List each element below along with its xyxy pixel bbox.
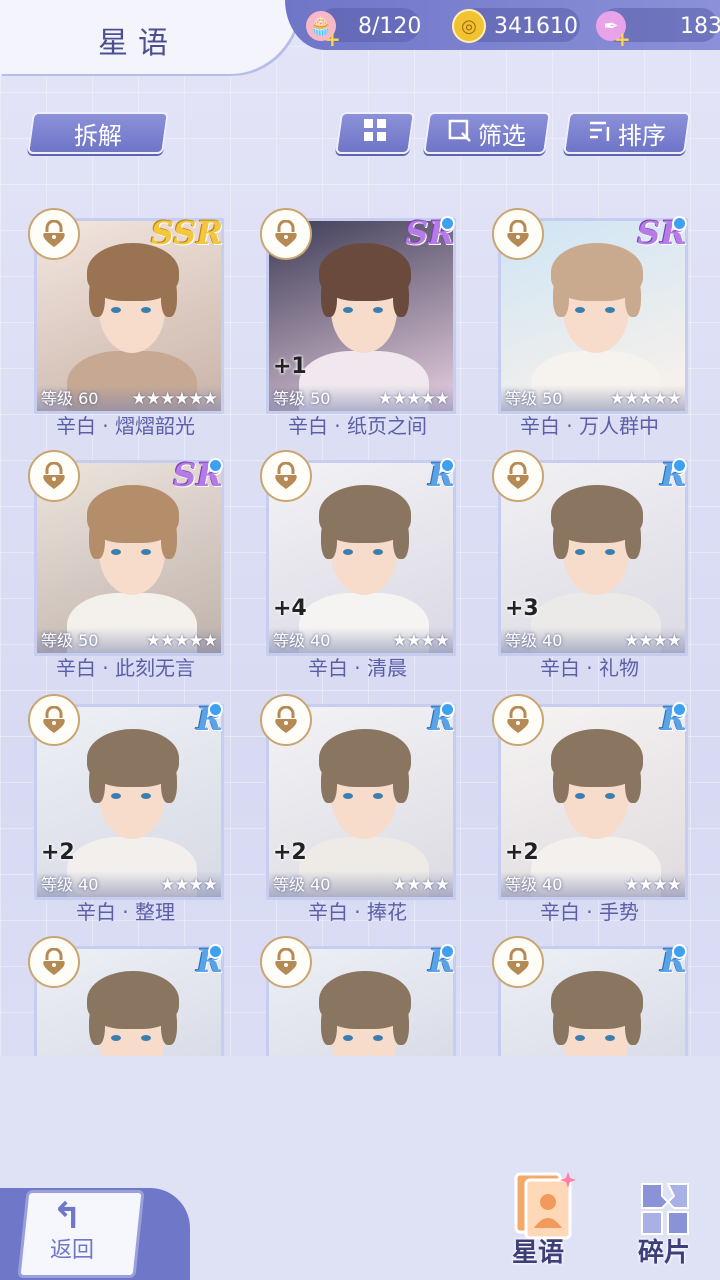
card-name: 辛白 · 整理 [75,900,176,924]
cake-icon: 🧁 + [306,11,341,51]
filter-button[interactable]: 筛选 [423,112,551,154]
lock-icon[interactable] [492,450,544,502]
star-rating: ★★★★★ [609,389,682,409]
character-card[interactable]: 等级 50 ★★★★★ SR 辛白 · 万人群中 [492,208,688,438]
level-text: 等级 40 [505,875,563,894]
new-dot-icon [440,458,455,473]
level-text: 等级 50 [273,389,331,408]
new-dot-icon [672,216,687,231]
plus-count: +1 [273,354,307,379]
new-dot-icon [440,702,455,717]
rarity-badge: SSR [150,214,223,252]
character-card[interactable]: R [492,936,688,1069]
lock-icon[interactable] [492,936,544,988]
resource-pen[interactable]: ✒ + 183 [596,10,720,51]
level-text: 等级 50 [41,631,99,650]
sort-icon [588,118,612,148]
lock-icon[interactable] [28,208,80,260]
level-text: 等级 50 [505,389,563,408]
lock-icon[interactable] [492,694,544,746]
plus-count: +4 [273,596,307,621]
level-text: 等级 60 [41,389,99,408]
star-rating: ★★★★★ [377,389,450,409]
page-title: 星语 [98,26,178,61]
character-card[interactable]: 等级 60 ★★★★★★ SSR 辛白 · 熠熠韶光 [28,208,224,438]
star-cards-icon[interactable] [512,1170,576,1240]
sort-label: 排序 [618,121,666,150]
card-name: 辛白 · 万人群中 [519,414,660,438]
disassemble-label: 拆解 [74,121,122,150]
character-card[interactable]: 等级 50 ★★★★★ +1 SR 辛白 · 纸页之间 [260,208,456,438]
character-card[interactable]: 等级 40 ★★★★ +2 R 辛白 · 手势 [492,694,688,924]
sort-button[interactable]: 排序 [563,112,691,154]
lock-icon[interactable] [260,208,312,260]
coin-value: 341610 [494,13,578,39]
plus-icon: + [614,27,631,51]
star-rating: ★★★★ [624,631,682,651]
card-name: 辛白 · 熠熠韶光 [55,414,196,438]
new-dot-icon [672,944,687,959]
lock-icon[interactable] [260,694,312,746]
return-arrow-icon: ↰ [52,1196,83,1237]
lock-icon[interactable] [28,450,80,502]
new-dot-icon [208,702,223,717]
new-dot-icon [440,944,455,959]
star-rating: ★★★★ [392,875,450,895]
character-card[interactable]: 等级 40 ★★★★ +4 R 辛白 · 清晨 [260,450,456,680]
level-text: 等级 40 [505,631,563,650]
level-text: 等级 40 [273,631,331,650]
back-label: 返回 [50,1238,95,1263]
pen-value: 183 [680,13,720,39]
plus-count: +2 [273,840,307,865]
star-rating: ★★★★ [160,875,218,895]
fragment-icon[interactable] [638,1180,692,1238]
lock-icon[interactable] [492,208,544,260]
character-card[interactable]: 等级 40 ★★★★ +3 R 辛白 · 礼物 [492,450,688,680]
new-dot-icon [208,944,223,959]
grid-view-icon [362,117,388,149]
disassemble-button[interactable]: 拆解 [27,112,169,154]
card-name: 辛白 · 礼物 [539,656,640,680]
filter-label: 筛选 [478,121,526,150]
new-dot-icon [672,702,687,717]
new-dot-icon [208,458,223,473]
character-card[interactable]: R [260,936,456,1069]
pen-icon: ✒ + [596,11,631,51]
new-dot-icon [440,216,455,231]
star-rating: ★★★★ [392,631,450,651]
card-name: 辛白 · 捧花 [307,900,408,924]
lock-icon[interactable] [260,936,312,988]
card-name: 辛白 · 纸页之间 [287,414,428,438]
character-card[interactable]: 等级 40 ★★★★ +2 R 辛白 · 捧花 [260,694,456,924]
star-rating: ★★★★★ [145,631,218,651]
resource-stamina[interactable]: 🧁 + 8/120 [306,10,422,51]
star-cards-label[interactable]: 星语 [512,1232,564,1269]
lock-icon[interactable] [260,450,312,502]
lock-icon[interactable] [28,936,80,988]
character-card[interactable]: R [28,936,224,1069]
filter-icon [448,118,472,148]
plus-count: +3 [505,596,539,621]
star-rating: ★★★★ [624,875,682,895]
star-rating: ★★★★★★ [131,389,218,409]
resource-coin[interactable]: ◎ 341610 [452,9,578,43]
grid-view-button[interactable] [335,112,415,154]
character-card[interactable]: 等级 50 ★★★★★ SR 辛白 · 此刻无言 [28,450,224,680]
coin-icon: ◎ [452,9,486,43]
stamina-value: 8/120 [358,13,422,39]
card-name: 辛白 · 手势 [539,900,640,924]
lock-icon[interactable] [28,694,80,746]
level-text: 等级 40 [273,875,331,894]
plus-count: +2 [505,840,539,865]
level-text: 等级 40 [41,875,99,894]
new-dot-icon [672,458,687,473]
card-name: 辛白 · 此刻无言 [55,656,196,680]
character-card[interactable]: 等级 40 ★★★★ +2 R 辛白 · 整理 [28,694,224,924]
plus-count: +2 [41,840,75,865]
plus-icon: + [324,27,341,51]
card-name: 辛白 · 清晨 [307,656,408,680]
fragment-label[interactable]: 碎片 [638,1232,690,1269]
